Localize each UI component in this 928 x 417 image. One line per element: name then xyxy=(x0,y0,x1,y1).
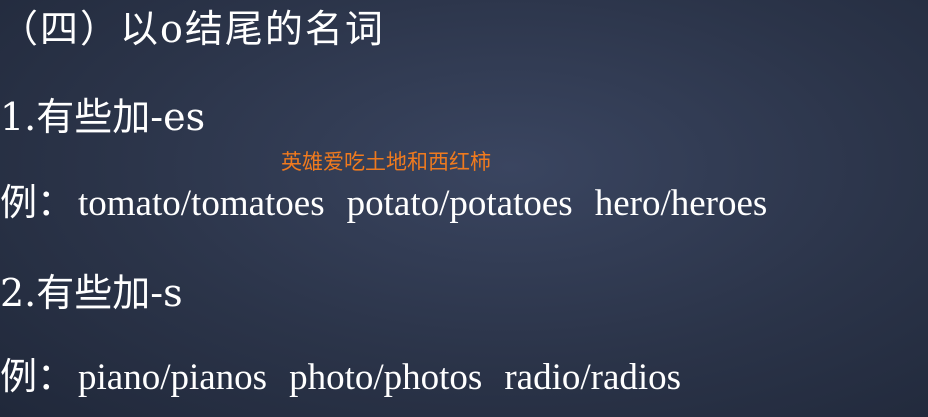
rule-1-title: 1.有些加-es xyxy=(0,95,206,139)
slide: （四）以o结尾的名词 1.有些加-es 英雄爱吃土地和西红柿 例： tomato/… xyxy=(0,0,928,417)
example-word-pair: hero/heroes xyxy=(594,183,768,224)
rule-2-title: 2.有些加-s xyxy=(0,271,183,315)
example-word-pair: piano/pianos xyxy=(78,357,268,398)
example-label: 例： xyxy=(0,355,74,398)
example-label: 例： xyxy=(0,181,74,224)
rule-1-examples: 例： tomato/tomatoes potato/potatoes hero/her… xyxy=(0,184,767,222)
example-word-pair: potato/potatoes xyxy=(346,183,573,224)
overlay-caption: 英雄爱吃土地和西红柿 xyxy=(281,150,491,174)
example-word-pair: tomato/tomatoes xyxy=(78,183,325,224)
example-word-pair: radio/radios xyxy=(504,357,682,398)
example-word-pair: photo/photos xyxy=(289,357,483,398)
section-heading: （四）以o结尾的名词 xyxy=(0,7,385,51)
rule-2-examples: 例： piano/pianos photo/photos radio/radios xyxy=(0,358,681,396)
